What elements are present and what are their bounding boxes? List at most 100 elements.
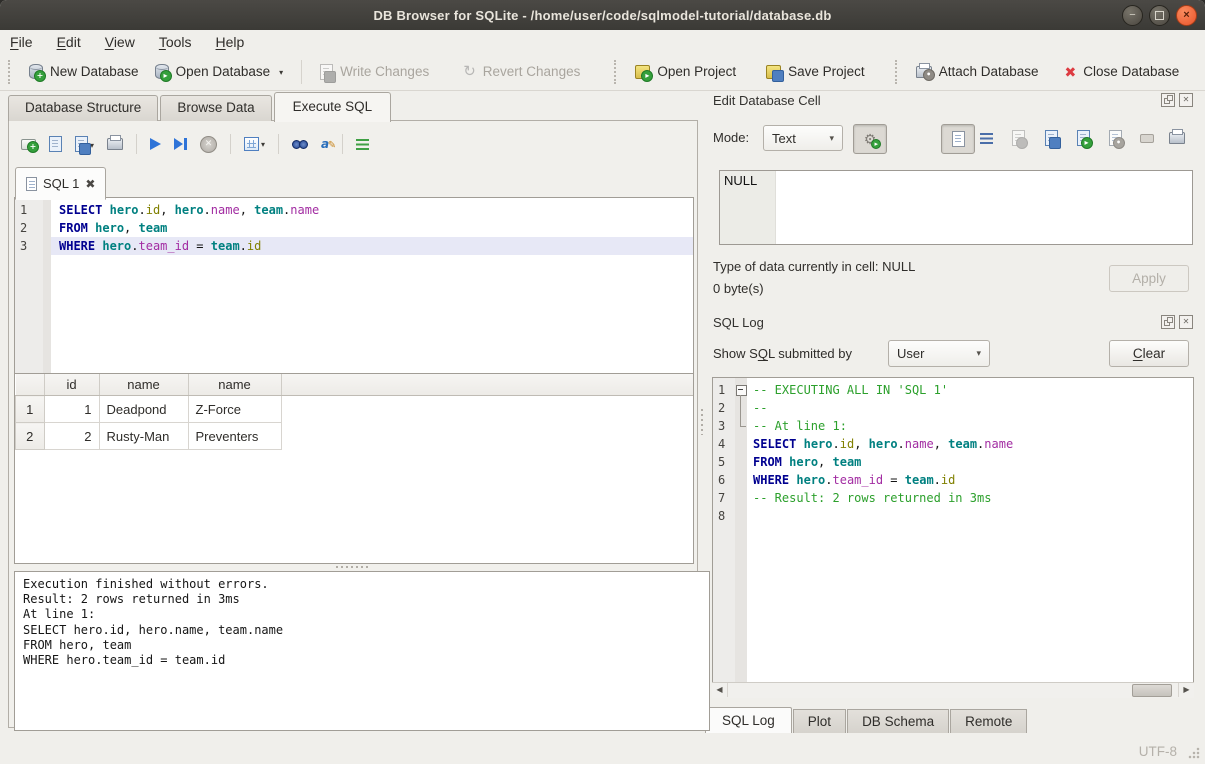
execute-current-line-icon[interactable] [174,138,187,150]
set-null-icon [1137,128,1157,148]
text-mode-button[interactable] [941,124,975,154]
maximize-icon[interactable] [1149,5,1170,26]
window-title: DB Browser for SQLite - /home/user/code/… [373,8,831,23]
main-toolbar: + New Database ▸ Open Database ▾ Write C… [0,53,1205,91]
find-icon[interactable] [292,138,308,150]
column-header[interactable]: id [44,374,99,396]
float-dock-icon[interactable] [1161,315,1175,329]
word-wrap-icon[interactable] [356,139,369,150]
mode-combobox[interactable]: Text [763,125,843,151]
mode-label: Mode: [713,130,749,145]
open-database-button[interactable]: ▸ Open Database ▾ [147,60,292,83]
clear-log-button[interactable]: Clear [1109,340,1189,367]
dock-tab-sql-log[interactable]: SQL Log [705,707,792,735]
menu-help[interactable]: Help [216,34,245,50]
execute-all-icon[interactable] [150,138,161,150]
toolbar-handle[interactable] [895,60,902,84]
results-grid[interactable]: idnamename11DeadpondZ-Force22Rusty-ManPr… [14,373,694,564]
menu-tools[interactable]: Tools [159,34,192,50]
toolbar-separator [342,134,343,154]
splitter-handle[interactable] [9,564,697,570]
mode-value: Text [772,131,821,146]
new-sql-tab-icon[interactable]: + [21,139,36,150]
dock-tab-db-schema[interactable]: DB Schema [847,709,949,735]
tab-execute-sql[interactable]: Execute SQL [274,92,392,122]
save-project-label: Save Project [788,64,865,79]
grid-corner[interactable] [16,374,45,396]
table-cell[interactable]: Preventers [188,423,281,450]
scroll-right-icon[interactable]: ▶ [1178,683,1194,697]
table-cell[interactable]: Z-Force [188,396,281,423]
code-line: 2FROM hero, team [15,219,693,237]
close-icon[interactable]: × [1176,5,1197,26]
sql-editor[interactable]: 1SELECT hero.id, hero.name, team.name2FR… [14,197,694,374]
header-filler [281,374,693,396]
format-sql-icon[interactable]: a✎ [321,137,329,151]
import-icon[interactable] [1041,128,1061,148]
toolbar-handle[interactable] [614,60,621,84]
open-project-button[interactable]: ▸ Open Project [627,60,744,83]
save-results-dropdown-icon[interactable]: ▾ [261,140,265,151]
attach-database-button[interactable]: • Attach Database [908,60,1047,83]
menu-view[interactable]: View [105,34,135,50]
log-filter-combobox[interactable]: User [888,340,990,367]
open-sql-file-icon[interactable] [49,136,62,152]
close-database-button[interactable]: ✖ Close Database [1057,60,1188,83]
scrollbar-thumb[interactable] [1132,684,1172,697]
row-header[interactable]: 1 [16,396,45,423]
resize-grip-icon[interactable] [1188,747,1200,759]
code-line: 6WHERE hero.team_id = team.id [713,471,1193,489]
save-sql-file-button[interactable]: ▾ [75,136,94,152]
table-cell[interactable]: 2 [44,423,99,450]
table-cell[interactable]: Rusty-Man [99,423,188,450]
tab-browse-data[interactable]: Browse Data [160,95,271,121]
table-cell[interactable]: Deadpond [99,396,188,423]
word-wrap-icon[interactable] [976,128,996,148]
fold-collapse-icon[interactable] [736,385,747,396]
apply-button: Apply [1109,265,1189,292]
close-sql-tab-icon[interactable]: ✖ [85,177,95,191]
open-database-dropdown-icon[interactable]: ▾ [279,68,283,79]
code-line: 4SELECT hero.id, hero.name, team.name [713,435,1193,453]
save-results-button[interactable]: ▾ [244,137,265,151]
attach-database-icon: • [916,66,932,78]
dock-tab-plot[interactable]: Plot [793,709,846,735]
write-changes-icon [320,64,333,80]
log-horizontal-scrollbar[interactable]: ◀ ▶ [712,682,1194,698]
scroll-left-icon[interactable]: ◀ [712,683,728,697]
revert-changes-button: ↻ Revert Changes [455,60,588,83]
sql-document-tab[interactable]: SQL 1 ✖ [15,167,106,200]
cell-value-editor[interactable]: NULL [719,170,1193,245]
save-results-icon [244,137,259,151]
dock-tab-remote[interactable]: Remote [950,709,1027,735]
new-database-button[interactable]: + New Database [21,60,147,83]
log-filter-label: Show SQL submitted by [713,346,852,361]
export-icon[interactable]: ▸ [1073,128,1093,148]
toolbar-handle[interactable] [8,60,15,84]
table-cell[interactable]: 1 [44,396,99,423]
sql-log-view[interactable]: 1-- EXECUTING ALL IN 'SQL 1'2--3-- At li… [712,377,1194,698]
sql-editor-toolbar: + ▾ ✕ ▾ a✎ [21,131,369,157]
print-icon[interactable] [107,138,123,150]
line-number: 5 [713,453,735,471]
minimize-icon[interactable]: − [1122,5,1143,26]
line-number: 6 [713,471,735,489]
link-icon[interactable]: • [1105,128,1125,148]
close-dock-icon[interactable]: ✕ [1179,93,1193,107]
column-header[interactable]: name [188,374,281,396]
menu-file[interactable]: File [10,34,33,50]
column-header[interactable]: name [99,374,188,396]
code-line: 5FROM hero, team [713,453,1193,471]
menu-edit[interactable]: Edit [57,34,81,50]
float-dock-icon[interactable] [1161,93,1175,107]
tab-database-structure[interactable]: Database Structure [8,95,158,121]
save-project-button[interactable]: Save Project [758,60,873,83]
apply-settings-button[interactable]: ⚙▸ [853,124,887,154]
row-header[interactable]: 2 [16,423,45,450]
title-bar[interactable]: DB Browser for SQLite - /home/user/code/… [0,0,1205,31]
line-number: 7 [713,489,735,507]
print-icon[interactable] [1167,128,1187,148]
cell-value: NULL [720,171,776,244]
close-dock-icon[interactable]: ✕ [1179,315,1193,329]
code-line: 2-- [713,399,1193,417]
